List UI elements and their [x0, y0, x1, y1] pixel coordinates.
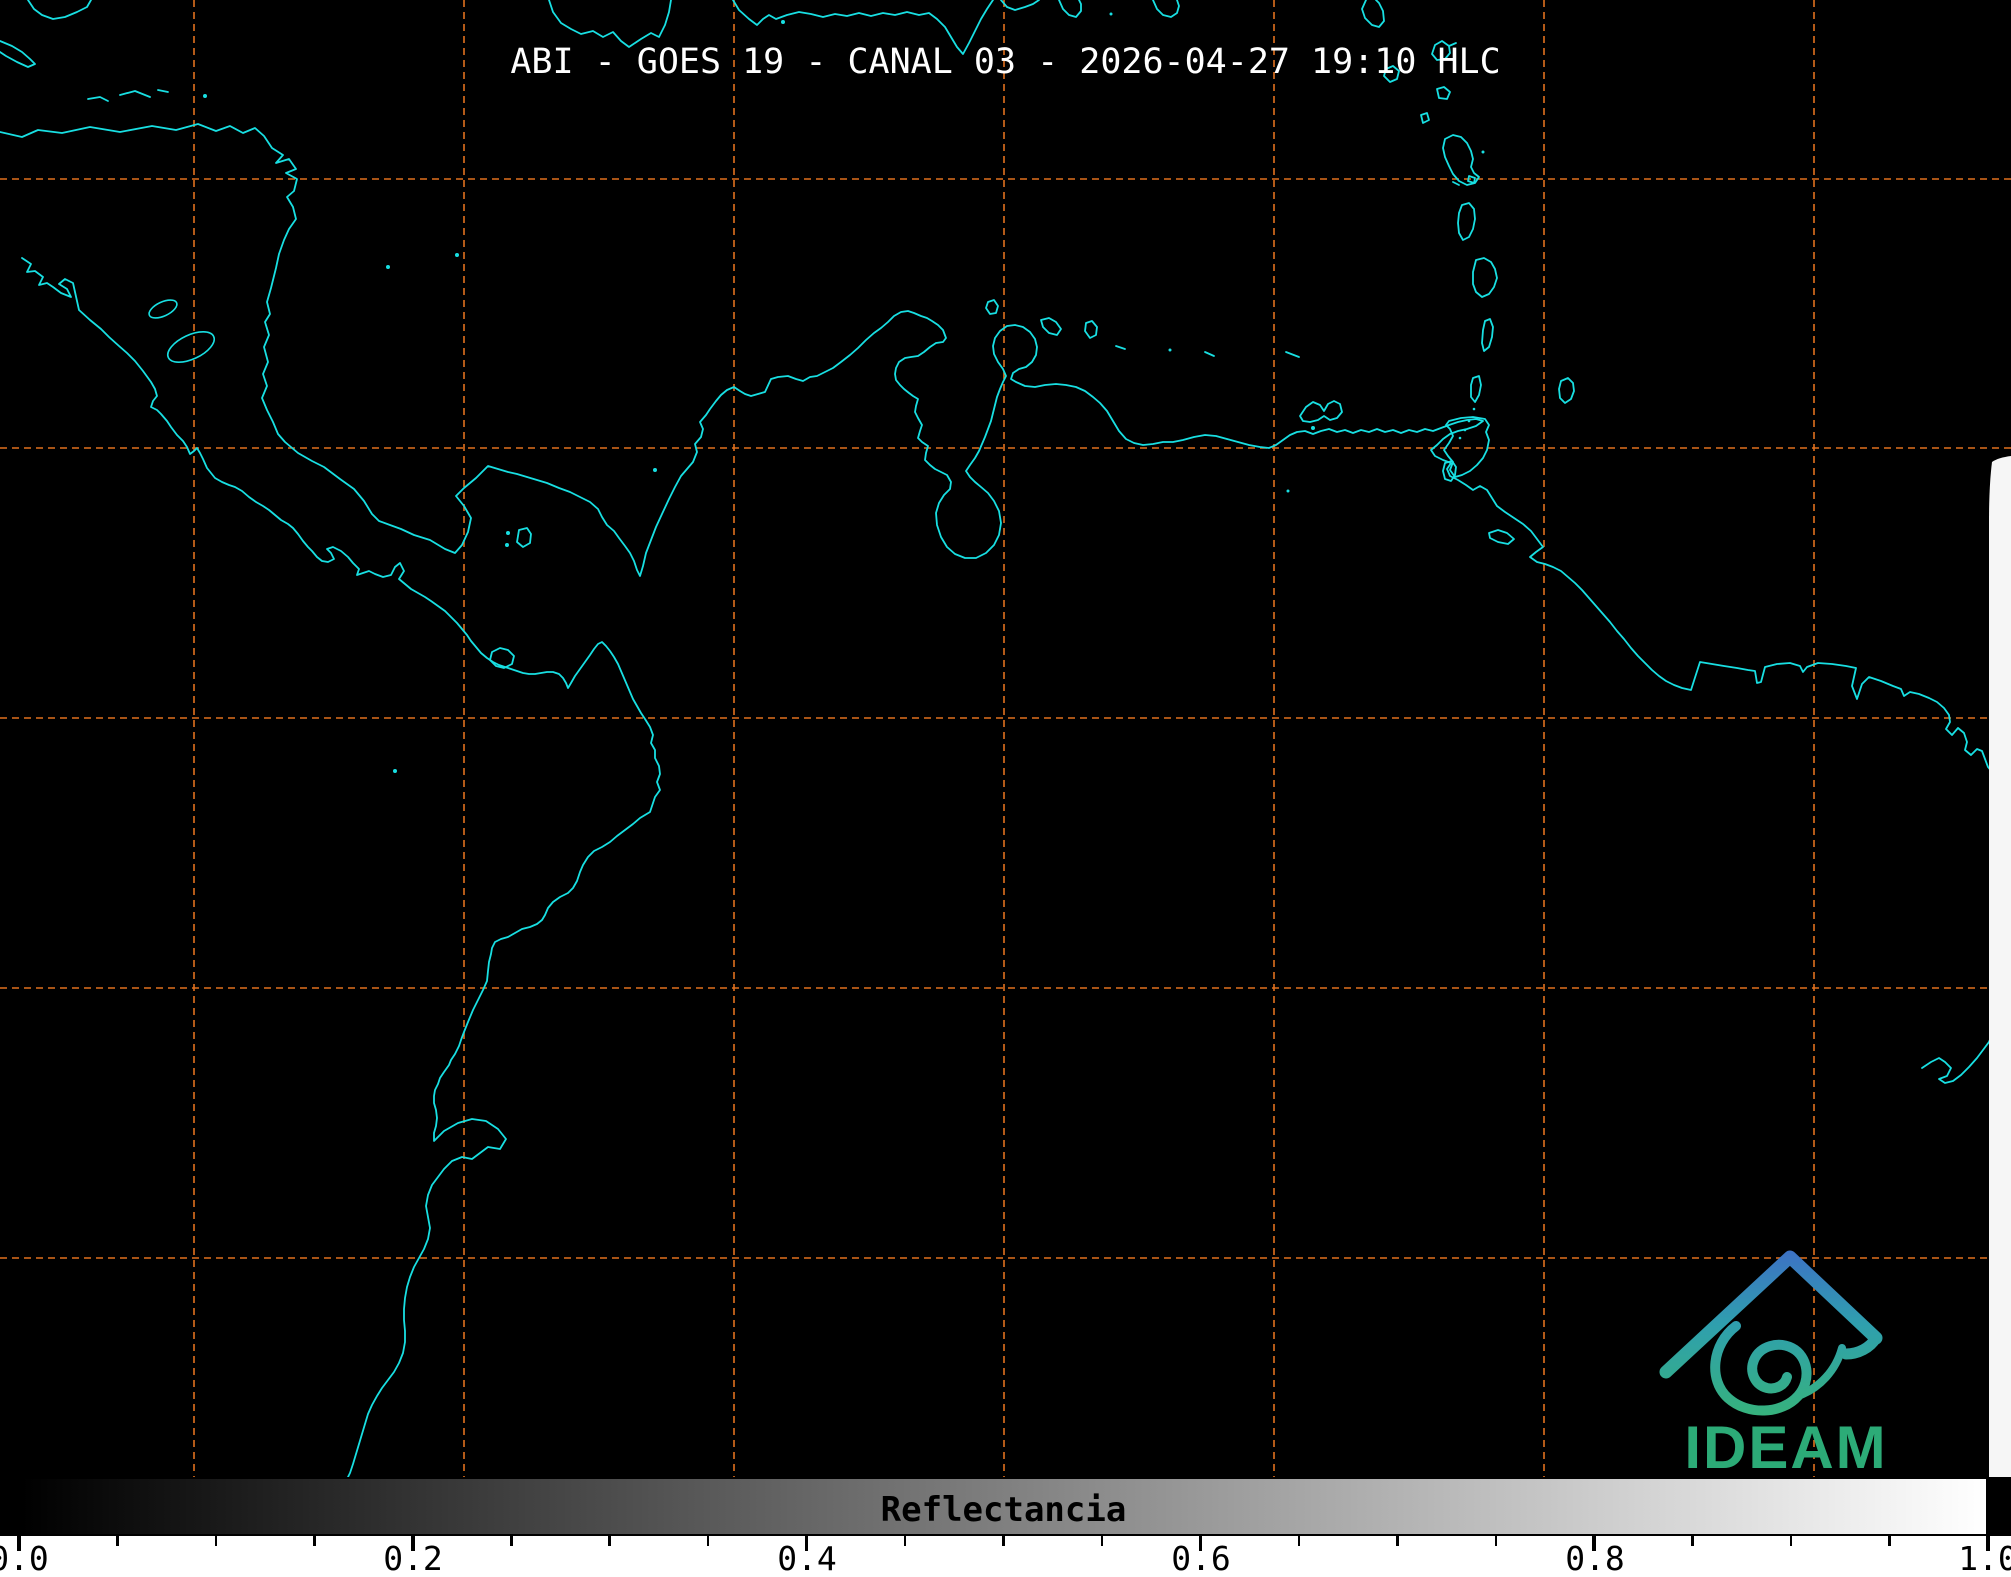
- colorbar-minor-tick: [1888, 1536, 1891, 1546]
- colorbar-major-tick: [1592, 1536, 1596, 1551]
- colorbar-minor-tick: [1790, 1536, 1793, 1546]
- tick-label-1-0: 1.0: [1958, 1542, 2011, 1575]
- colorbar-minor-tick: [510, 1536, 513, 1546]
- colorbar-minor-tick: [215, 1536, 218, 1546]
- tick-label-0: 0.0: [0, 1542, 49, 1575]
- colorbar-minor-tick: [313, 1536, 316, 1546]
- logo-wordmark: IDEAM: [1684, 1414, 1887, 1481]
- colorbar-axis: 0.0 0.2 0.4 0.6 0.8 1.0: [0, 1536, 2011, 1577]
- colorbar-major-tick: [17, 1536, 21, 1551]
- colorbar-minor-tick: [116, 1536, 119, 1546]
- colorbar-major-tick: [1199, 1536, 1203, 1551]
- colorbar-minor-tick: [904, 1536, 907, 1546]
- scan-edge-band: [1989, 456, 2011, 1477]
- ideam-logo: IDEAM: [1630, 1235, 1950, 1485]
- reflectance-colorbar: Reflectancia: [19, 1477, 1988, 1536]
- logo-spiral-icon: [1715, 1326, 1806, 1411]
- satellite-image-viewer: ABI - GOES 19 - CANAL 03 - 2026-04-27 19…: [0, 0, 2011, 1577]
- colorbar-major-tick: [411, 1536, 415, 1551]
- colorbar-minor-tick: [1002, 1536, 1005, 1546]
- colorbar-minor-tick: [608, 1536, 611, 1546]
- colorbar-minor-tick: [1396, 1536, 1399, 1546]
- colorbar-minor-tick: [1691, 1536, 1694, 1546]
- colorbar-minor-tick: [1495, 1536, 1498, 1546]
- colorbar-minor-tick: [1298, 1536, 1301, 1546]
- colorbar-major-tick: [1986, 1536, 1990, 1551]
- colorbar-minor-tick: [707, 1536, 710, 1546]
- image-title: ABI - GOES 19 - CANAL 03 - 2026-04-27 19…: [0, 42, 2011, 82]
- colorbar-minor-tick: [1101, 1536, 1104, 1546]
- logo-mountain-leg-icon: [1846, 1338, 1876, 1354]
- colorbar-major-tick: [805, 1536, 809, 1551]
- colorbar-label: Reflectancia: [21, 1490, 1986, 1530]
